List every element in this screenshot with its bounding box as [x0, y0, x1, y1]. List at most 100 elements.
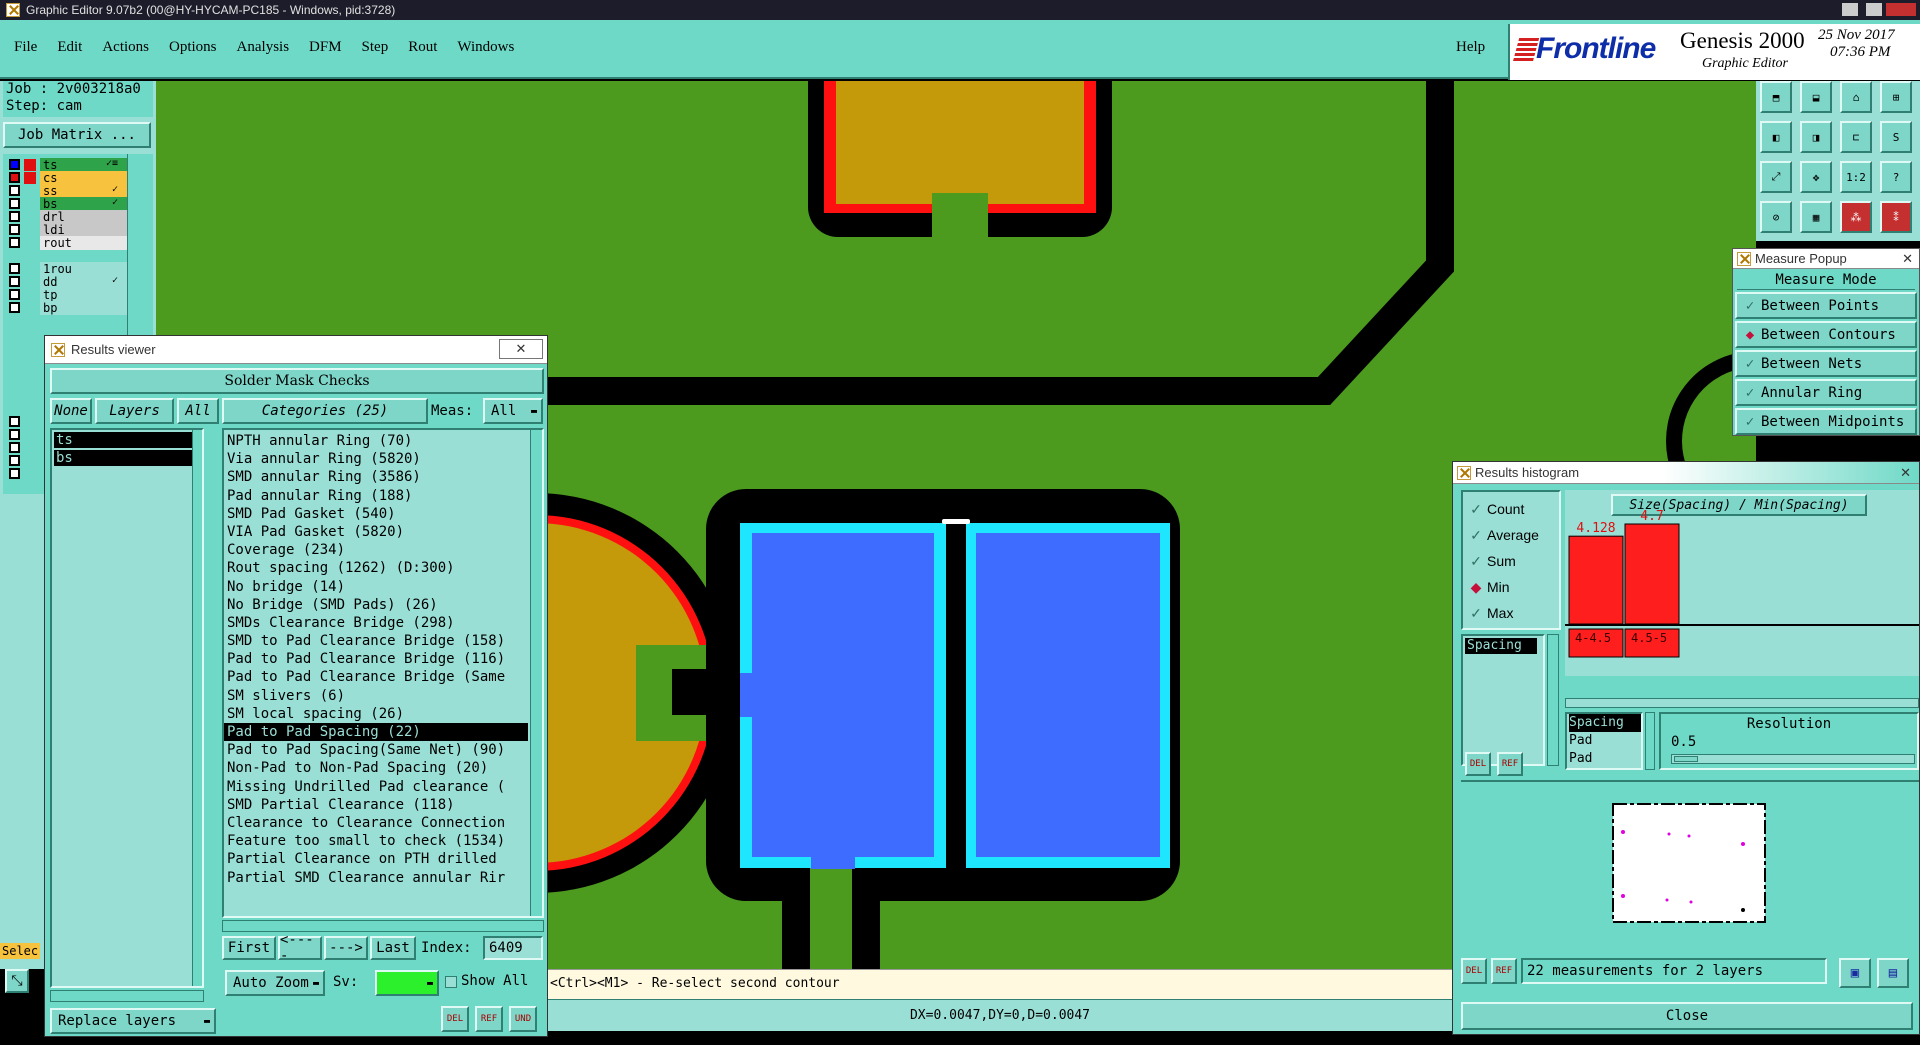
measure-option[interactable]: ✓ Between Nets	[1735, 350, 1917, 377]
category-item[interactable]: SMD Pad Gasket (540)	[224, 505, 528, 523]
layer-name[interactable]: drl	[40, 210, 128, 224]
measure-option[interactable]: ✓ Annular Ring	[1735, 379, 1917, 406]
layer-row-ss[interactable]: ss ✓	[6, 184, 128, 198]
menu-step[interactable]: Step	[362, 39, 389, 56]
select-tool-icon[interactable]: ⤡	[5, 969, 29, 993]
results-layer-bs[interactable]: bs	[54, 450, 196, 466]
category-item[interactable]: Partial Clearance on PTH drilled	[224, 850, 528, 868]
layer-row-bs[interactable]: bs ✓	[6, 197, 128, 211]
histogram-option[interactable]: ✓ Sum	[1463, 548, 1559, 574]
layer-checkbox[interactable]	[9, 224, 20, 235]
hist-ref-button-top[interactable]: REF	[1497, 752, 1523, 776]
layer-row-rout[interactable]: rout	[6, 236, 128, 250]
category-item[interactable]: Pad to Pad Clearance Bridge (Same	[224, 668, 528, 686]
snapshot-icon[interactable]: ⬒	[1760, 81, 1792, 113]
category-item[interactable]: Rout spacing (1262) (D:300)	[224, 559, 528, 577]
all-button[interactable]: All	[177, 398, 219, 424]
histogram-option[interactable]: ✓ Max	[1463, 600, 1559, 626]
save-view-icon[interactable]: ⬓	[1800, 81, 1832, 113]
measure-option[interactable]: ◆ Between Contours	[1735, 321, 1917, 348]
first-button[interactable]: First	[222, 936, 276, 960]
meas-dropdown[interactable]: All ▬	[483, 398, 543, 424]
category-item[interactable]: Via annular Ring (5820)	[224, 450, 528, 468]
category-item[interactable]: SMD annular Ring (3586)	[224, 468, 528, 486]
undo-button[interactable]: UND	[509, 1006, 537, 1032]
close-icon[interactable]	[1886, 3, 1916, 16]
resolution-slider[interactable]	[1671, 754, 1915, 764]
layer-row-tp[interactable]: tp	[6, 288, 128, 302]
menu-file[interactable]: File	[14, 39, 37, 56]
category-item[interactable]: Coverage (234)	[224, 541, 528, 559]
category-item[interactable]: SM slivers (6)	[224, 687, 528, 705]
layer-row-dd[interactable]: dd ✓	[6, 275, 128, 289]
layer-row-drl[interactable]: drl	[6, 210, 128, 224]
layer-checkbox[interactable]	[9, 442, 20, 453]
resolution-slider-thumb[interactable]	[1674, 756, 1698, 762]
category-item[interactable]: No bridge (14)	[224, 578, 528, 596]
layer-row-1rou[interactable]: 1rou	[6, 262, 128, 276]
sel-item-pad-1[interactable]: Pad	[1569, 732, 1641, 750]
layer-checkbox[interactable]	[9, 172, 20, 183]
layer-name[interactable]: cs	[40, 171, 128, 185]
layer-name[interactable]: rout	[40, 236, 128, 250]
sel-item-pad-2[interactable]: Pad	[1569, 750, 1641, 768]
show-all-checkbox[interactable]	[445, 976, 457, 988]
category-item[interactable]: SMDs Clearance Bridge (298)	[224, 614, 528, 632]
layer-checkbox[interactable]	[9, 468, 20, 479]
menu-analysis[interactable]: Analysis	[237, 39, 290, 56]
category-item[interactable]: NPTH annular Ring (70)	[224, 432, 528, 450]
categories-hscroll[interactable]	[222, 920, 544, 932]
zoom-center-icon[interactable]: ✥	[1800, 161, 1832, 193]
layer-checkbox[interactable]	[9, 263, 20, 274]
layer-row-cs[interactable]: cs	[6, 171, 128, 185]
attr-scrollbar[interactable]	[1547, 634, 1559, 766]
category-item[interactable]: No Bridge (SMD Pads) (26)	[224, 596, 528, 614]
auto-zoom-dropdown[interactable]: Auto Zoom ▬	[225, 970, 325, 996]
histogram-close-button[interactable]: Close	[1461, 1002, 1913, 1030]
category-item[interactable]: Missing Undrilled Pad clearance (	[224, 778, 528, 796]
histogram-bar[interactable]	[1568, 535, 1624, 625]
layer-name[interactable]: tp	[40, 288, 128, 302]
mirror-icon[interactable]: ⊏	[1840, 121, 1872, 153]
del-button[interactable]: DEL	[441, 1006, 469, 1032]
layer-checkbox[interactable]	[9, 429, 20, 440]
category-item[interactable]: Pad annular Ring (188)	[224, 487, 528, 505]
category-item[interactable]: Pad to Pad Spacing (22)	[224, 723, 528, 742]
menu-actions[interactable]: Actions	[102, 39, 149, 56]
next-button[interactable]: --->	[324, 936, 368, 960]
layer-checkbox[interactable]	[9, 159, 20, 170]
hist-del-button-top[interactable]: DEL	[1465, 752, 1491, 776]
export-icon[interactable]: ▤	[1877, 958, 1909, 988]
menu-rout[interactable]: Rout	[408, 39, 437, 56]
category-item[interactable]: Non-Pad to Non-Pad Spacing (20)	[224, 759, 528, 777]
replace-layers-dropdown[interactable]: Replace layers ▬	[50, 1008, 216, 1034]
sel-scrollbar[interactable]	[1645, 712, 1655, 770]
menu-options[interactable]: Options	[169, 39, 217, 56]
pan-right-icon[interactable]: ◨	[1800, 121, 1832, 153]
histogram-bar[interactable]	[1624, 523, 1680, 625]
layer-checkbox[interactable]	[9, 416, 20, 427]
measure-option[interactable]: ✓ Between Midpoints	[1735, 408, 1917, 435]
histogram-option[interactable]: ◆ Min	[1463, 574, 1559, 600]
hist-del-button[interactable]: DEL	[1461, 958, 1487, 984]
minimize-icon[interactable]	[1842, 3, 1858, 16]
layer-row-ldi[interactable]: ldi	[6, 223, 128, 237]
layer-row-ts[interactable]: ts ✓≡	[6, 158, 128, 172]
sv-color-dropdown[interactable]: ▬	[375, 970, 439, 996]
chart-hscroll[interactable]	[1565, 698, 1919, 708]
layer-name[interactable]: 1rou	[40, 262, 128, 276]
histogram-option[interactable]: ✓ Average	[1463, 522, 1559, 548]
category-item[interactable]: Clearance to Clearance Connection	[224, 814, 528, 832]
menu-windows[interactable]: Windows	[457, 39, 514, 56]
grid-view-icon[interactable]: ⊞	[1880, 81, 1912, 113]
prev-button[interactable]: <----	[278, 932, 322, 964]
category-item[interactable]: Pad to Pad Clearance Bridge (116)	[224, 650, 528, 668]
results-layer-hscroll[interactable]	[50, 990, 204, 1002]
sel-item-spacing[interactable]: Spacing	[1569, 714, 1641, 732]
menu-dfm[interactable]: DFM	[309, 39, 342, 56]
menu-help[interactable]: Help	[1456, 39, 1485, 56]
help-query-icon[interactable]: ?	[1880, 161, 1912, 193]
layer-checkbox[interactable]	[9, 211, 20, 222]
ref-button[interactable]: REF	[475, 1006, 503, 1032]
categories-scrollbar[interactable]	[530, 430, 542, 916]
